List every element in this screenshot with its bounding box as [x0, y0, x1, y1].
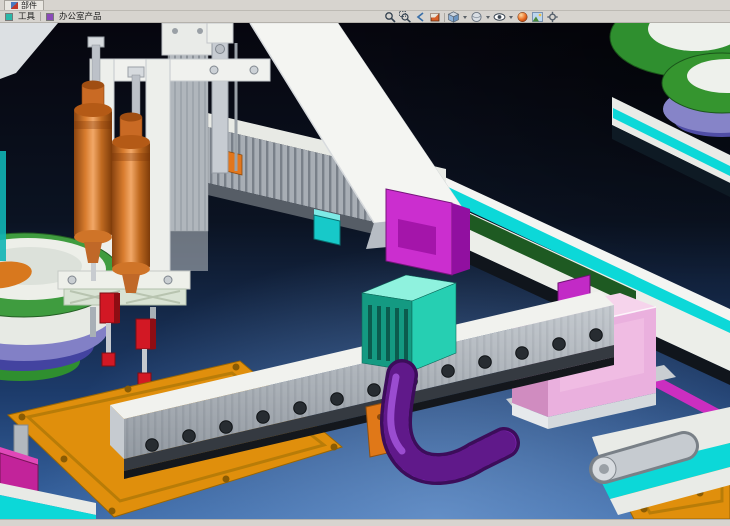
- teal-motor-block[interactable]: [362, 275, 456, 371]
- document-tab[interactable]: 部件: [4, 0, 44, 10]
- office-products-icon[interactable]: [46, 13, 54, 21]
- heads-up-view-toolbar: [384, 11, 559, 23]
- part-document-icon: [11, 2, 18, 9]
- dropdown-arrow-icon[interactable]: [463, 16, 467, 19]
- left-cyan-strip[interactable]: [0, 151, 6, 261]
- menu-item-tools[interactable]: 工具: [18, 11, 35, 22]
- dropdown-arrow-icon[interactable]: [486, 16, 490, 19]
- pickup-cylinder-2[interactable]: [112, 113, 150, 294]
- cyan-slider-block[interactable]: [314, 209, 340, 245]
- menu-item-office-products[interactable]: 办公室产品: [59, 11, 102, 22]
- status-bar: [0, 519, 730, 526]
- document-tab-bar: 部件: [0, 0, 730, 11]
- previous-view-icon[interactable]: [414, 11, 427, 23]
- zoom-to-fit-icon[interactable]: [384, 11, 397, 23]
- cad-application-window: 部件 工具 办公室产品: [0, 0, 730, 526]
- view-orientation-icon[interactable]: [447, 11, 460, 23]
- section-view-icon[interactable]: [429, 11, 442, 23]
- display-style-icon[interactable]: [470, 11, 483, 23]
- menu-toolbar-row: 工具 办公室产品: [0, 11, 730, 23]
- hide-show-items-icon[interactable]: [493, 11, 506, 23]
- zoom-to-area-icon[interactable]: [399, 11, 412, 23]
- toolbar-separator: [444, 13, 445, 22]
- dropdown-arrow-icon[interactable]: [509, 16, 513, 19]
- tools-icon[interactable]: [5, 13, 13, 21]
- graphics-area: [0, 23, 730, 519]
- apply-scene-icon[interactable]: [531, 11, 544, 23]
- menu-separator: [40, 12, 41, 21]
- edit-appearance-icon[interactable]: [516, 11, 529, 23]
- view-settings-icon[interactable]: [546, 11, 559, 23]
- 3d-viewport[interactable]: [0, 23, 730, 519]
- document-tab-label: 部件: [21, 1, 37, 10]
